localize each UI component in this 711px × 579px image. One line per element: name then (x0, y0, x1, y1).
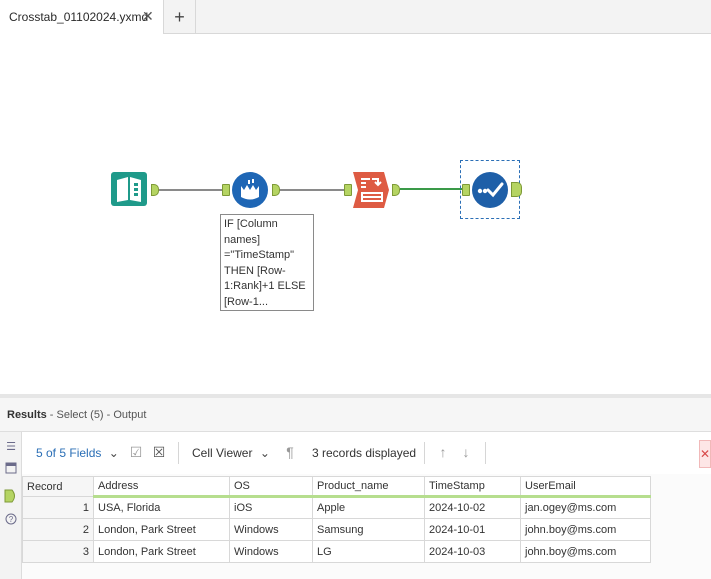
help-icon[interactable]: ? (4, 512, 18, 526)
formula-annotation[interactable]: IF [Column names] ="TimeStamp" THEN [Row… (220, 214, 314, 311)
close-icon[interactable]: ✕ (142, 8, 154, 25)
formula-flask-icon (232, 172, 268, 208)
column-header[interactable]: Record (22, 476, 94, 497)
crosstab-tool[interactable] (352, 171, 390, 209)
table-cell[interactable]: London, Park Street (93, 540, 230, 563)
workflow-tab[interactable]: Crosstab_01102024.yxmd ✕ (0, 0, 164, 34)
column-header[interactable]: TimeStamp (424, 476, 521, 498)
results-grid: Record Address OS Product_name TimeStamp… (22, 474, 711, 579)
table-cell[interactable]: 2024-10-03 (424, 540, 521, 563)
select-tool[interactable] (471, 171, 509, 209)
toolbar-separator (178, 442, 179, 464)
table-cell[interactable]: john.boy@ms.com (520, 518, 651, 541)
table-cell[interactable]: 2024-10-02 (424, 496, 521, 519)
column-header[interactable]: OS (229, 476, 313, 498)
chevron-down-icon: ⌄ (108, 446, 119, 460)
checkbox-icon[interactable]: ☑ (128, 444, 144, 460)
table-cell[interactable]: Samsung (312, 518, 425, 541)
table-cell[interactable]: Windows (229, 518, 313, 541)
record-number: 3 (22, 540, 94, 563)
svg-text:?: ? (9, 515, 14, 524)
results-side-strip: ☰ ? (0, 432, 22, 579)
select-input-anchor[interactable] (462, 184, 470, 196)
select-check-icon (472, 172, 508, 208)
table-header-row: Record Address OS Product_name TimeStamp… (22, 476, 651, 498)
table-row[interactable]: 3 London, Park Street Windows LG 2024-10… (22, 540, 651, 563)
clear-checkbox-icon[interactable]: ☒ (151, 444, 167, 460)
column-header[interactable]: UserEmail (520, 476, 651, 498)
multi-row-formula-tool[interactable] (231, 171, 269, 209)
toolbar-separator (424, 442, 425, 464)
new-tab-button[interactable]: + (164, 0, 196, 34)
connection-formula-crosstab (280, 189, 344, 191)
table-row[interactable]: 2 London, Park Street Windows Samsung 20… (22, 518, 651, 541)
results-table: Record Address OS Product_name TimeStamp… (22, 476, 651, 563)
fields-label: 5 of 5 Fields (36, 446, 102, 460)
table-cell[interactable]: Windows (229, 540, 313, 563)
tab-bar: Crosstab_01102024.yxmd ✕ + (0, 0, 711, 34)
book-icon (111, 172, 147, 206)
table-cell[interactable]: 2024-10-01 (424, 518, 521, 541)
table-cell[interactable]: London, Park Street (93, 518, 230, 541)
select-output-anchor[interactable] (511, 182, 522, 197)
crosstab-input-anchor[interactable] (344, 184, 352, 196)
chevron-down-icon: ⌄ (259, 446, 270, 460)
column-header[interactable]: Product_name (312, 476, 425, 498)
fields-dropdown[interactable]: 5 of 5 Fields ⌄ (36, 446, 119, 460)
arrow-down-icon[interactable]: ↓ (458, 444, 474, 460)
crosstab-output-anchor[interactable] (392, 184, 400, 196)
connection-crosstab-select (400, 188, 462, 190)
output-anchor-icon[interactable] (4, 489, 18, 503)
connection-input-formula (159, 189, 222, 191)
record-number: 2 (22, 518, 94, 541)
record-number: 1 (22, 496, 94, 519)
table-cell[interactable]: john.boy@ms.com (520, 540, 651, 563)
pilcrow-icon[interactable]: ¶ (282, 444, 298, 460)
table-cell[interactable]: USA, Florida (93, 496, 230, 519)
arrow-up-icon[interactable]: ↑ (435, 444, 451, 460)
records-count: 3 records displayed (312, 446, 417, 460)
tab-title: Crosstab_01102024.yxmd (9, 10, 149, 24)
toolbar-separator (485, 442, 486, 464)
input-data-tool[interactable] (110, 171, 148, 207)
viewer-label: Cell Viewer (192, 446, 253, 460)
close-icon[interactable]: ✕ (699, 440, 711, 468)
formula-input-anchor[interactable] (222, 184, 230, 196)
list-icon[interactable]: ☰ (4, 439, 18, 453)
results-toolbar: 5 of 5 Fields ⌄ ☑ ☒ Cell Viewer ⌄ ¶ 3 re… (22, 432, 711, 474)
table-cell[interactable]: Apple (312, 496, 425, 519)
table-cell[interactable]: jan.ogey@ms.com (520, 496, 651, 519)
formula-output-anchor[interactable] (272, 184, 280, 196)
input-data-output-anchor[interactable] (151, 184, 159, 196)
results-header: Results - Select (5) - Output (0, 398, 711, 432)
crosstab-icon (353, 172, 389, 208)
table-row[interactable]: 1 USA, Florida iOS Apple 2024-10-02 jan.… (22, 496, 651, 519)
table-cell[interactable]: iOS (229, 496, 313, 519)
column-header[interactable]: Address (93, 476, 230, 498)
table-cell[interactable]: LG (312, 540, 425, 563)
table-icon[interactable] (4, 461, 18, 475)
viewer-dropdown[interactable]: Cell Viewer ⌄ (192, 446, 270, 460)
results-title: Results (7, 409, 47, 421)
results-subtitle: - Select (5) - Output (46, 409, 147, 421)
workflow-canvas[interactable]: IF [Column names] ="TimeStamp" THEN [Row… (0, 34, 711, 394)
